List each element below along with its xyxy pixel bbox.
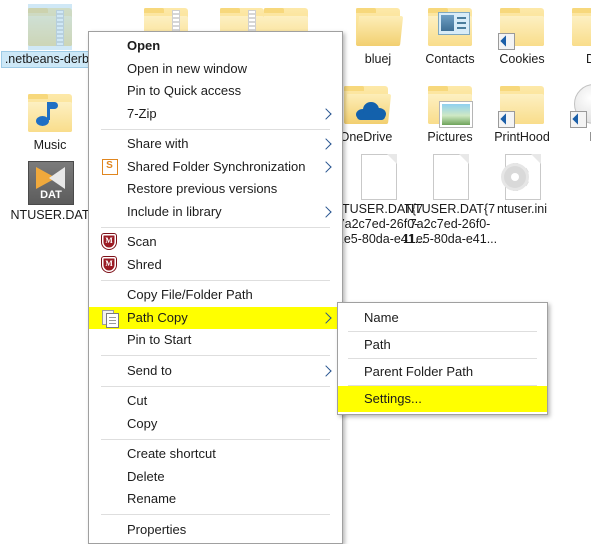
contact-card-icon <box>438 12 470 35</box>
menu-item-label: Copy File/Folder Path <box>127 287 253 302</box>
menu-item[interactable]: Pin to Quick access <box>89 80 342 103</box>
folder-icon <box>28 94 72 132</box>
menu-item[interactable]: Properties <box>89 519 342 542</box>
menu-item[interactable]: Path <box>338 332 547 358</box>
menu-item[interactable]: Delete <box>89 466 342 489</box>
desktop-icon-label: Music <box>33 138 67 152</box>
mcafee-shield-icon <box>102 256 116 272</box>
menu-item-label: Pin to Start <box>127 332 192 347</box>
shortcut-arrow-icon <box>498 33 515 50</box>
menu-item[interactable]: Open <box>89 35 342 58</box>
desktop-icon-glyph <box>546 80 591 128</box>
folder-icon <box>356 8 404 46</box>
menu-item[interactable]: Shred <box>89 254 342 277</box>
chevron-right-icon <box>320 312 332 324</box>
desktop-icon[interactable]: ntuser.ini <box>474 152 570 217</box>
dat-file-icon: DAT <box>28 161 74 205</box>
menu-item-label: Settings... <box>364 391 422 406</box>
chevron-right-icon <box>320 365 332 377</box>
menu-item[interactable]: Copy File/Folder Path <box>89 284 342 307</box>
gear-icon <box>502 163 529 191</box>
desktop-icon-label: ntuser.ini <box>496 202 548 216</box>
menu-item[interactable]: Open in new window <box>89 58 342 81</box>
menu-item-label: Open <box>127 38 161 53</box>
chevron-right-icon <box>320 206 332 218</box>
desktop-icon-glyph <box>474 152 570 200</box>
menu-item[interactable]: Cut <box>89 390 342 413</box>
menu-item-label: Restore previous versions <box>127 181 278 196</box>
onedrive-cloud-icon <box>356 102 386 120</box>
desktop-icon-label: De <box>586 52 591 66</box>
chevron-right-icon <box>320 108 332 120</box>
menu-item[interactable]: Share with <box>89 133 342 156</box>
menu-item[interactable]: Create shortcut <box>89 443 342 466</box>
menu-item-label: Copy <box>127 415 158 431</box>
menu-item[interactable]: Path Copy <box>89 306 342 329</box>
menu-item-label: Create shortcut <box>127 446 216 461</box>
chevron-right-icon <box>320 161 332 173</box>
menu-item[interactable]: Scan <box>89 231 342 254</box>
menu-item-label: Share with <box>127 136 189 151</box>
menu-item[interactable]: Restore previous versions <box>89 178 342 201</box>
shortcut-arrow-icon <box>498 111 515 128</box>
desktop-icon-glyph: DAT <box>2 158 98 206</box>
menu-separator <box>101 438 330 440</box>
menu-separator <box>101 514 330 515</box>
desktop-icon[interactable]: R <box>546 80 591 145</box>
desktop-icon-glyph <box>546 2 591 50</box>
menu-item[interactable]: Send to <box>89 360 342 383</box>
menu-item-label: Include in library <box>127 203 222 219</box>
menu-item-label: Open in new window <box>127 60 247 76</box>
folder-icon <box>28 8 72 46</box>
shortcut-arrow-icon <box>570 111 587 128</box>
menu-item-label: 7-Zip <box>127 105 157 121</box>
menu-item-label: Parent Folder Path <box>364 364 474 379</box>
menu-item-label: Name <box>364 310 399 325</box>
file-page-icon <box>361 154 397 200</box>
menu-item-label: Pin to Quick access <box>127 83 242 98</box>
menu-separator <box>101 128 330 130</box>
menu-item[interactable]: Name <box>338 305 547 331</box>
copy-document-icon <box>102 309 119 328</box>
desktop-icon[interactable]: De <box>546 2 591 67</box>
desktop-icon-label: R <box>546 130 591 145</box>
menu-item-label: Send to <box>127 362 172 378</box>
menu-item[interactable]: 7-Zip <box>89 103 342 126</box>
picture-thumbnail-icon <box>439 101 473 128</box>
menu-item-label: Shared Folder Synchronization <box>127 158 306 174</box>
menu-item-label: Scan <box>127 234 157 249</box>
menu-item[interactable]: Pin to Start <box>89 329 342 352</box>
path-copy-submenu[interactable]: Name Path Parent Folder Path Settings... <box>337 302 548 415</box>
desktop-icon-label: NTUSER.DAT <box>10 208 90 222</box>
menu-item[interactable]: Include in library <box>89 201 342 224</box>
explorer-context-menu[interactable]: Open Open in new window Pin to Quick acces… <box>88 31 343 544</box>
menu-item[interactable]: Shared Folder Synchronization <box>89 156 342 179</box>
menu-item-label: Shred <box>127 256 162 272</box>
desktop-icon-glyph <box>2 88 98 136</box>
menu-separator <box>101 279 330 281</box>
menu-item-label: Path Copy <box>127 309 188 325</box>
desktop-icon-glyph <box>2 2 98 50</box>
desktop-icon-label: .netbeans-derby <box>2 52 98 67</box>
menu-item[interactable]: Copy <box>89 413 342 436</box>
desktop-icon[interactable]: Music <box>2 88 98 153</box>
share-s-icon <box>102 158 118 175</box>
menu-item[interactable]: Rename <box>89 488 342 511</box>
menu-separator <box>101 385 330 387</box>
menu-item-label: Cut <box>127 393 148 408</box>
chevron-right-icon <box>320 138 332 150</box>
desktop-icon[interactable]: .netbeans-derby <box>2 2 98 67</box>
folder-icon <box>572 8 591 46</box>
menu-separator <box>101 226 330 228</box>
menu-item[interactable]: Settings... <box>338 386 547 412</box>
mcafee-shield-icon <box>102 234 116 250</box>
menu-item-label: Properties <box>127 521 187 537</box>
menu-item-label: Delete <box>127 468 165 484</box>
desktop-icon[interactable]: DAT NTUSER.DAT <box>2 158 98 223</box>
file-page-icon <box>433 154 469 200</box>
menu-item[interactable]: Parent Folder Path <box>338 359 547 385</box>
menu-separator <box>101 355 330 356</box>
menu-item-label: Path <box>364 337 391 352</box>
menu-item-label: Rename <box>127 491 177 506</box>
